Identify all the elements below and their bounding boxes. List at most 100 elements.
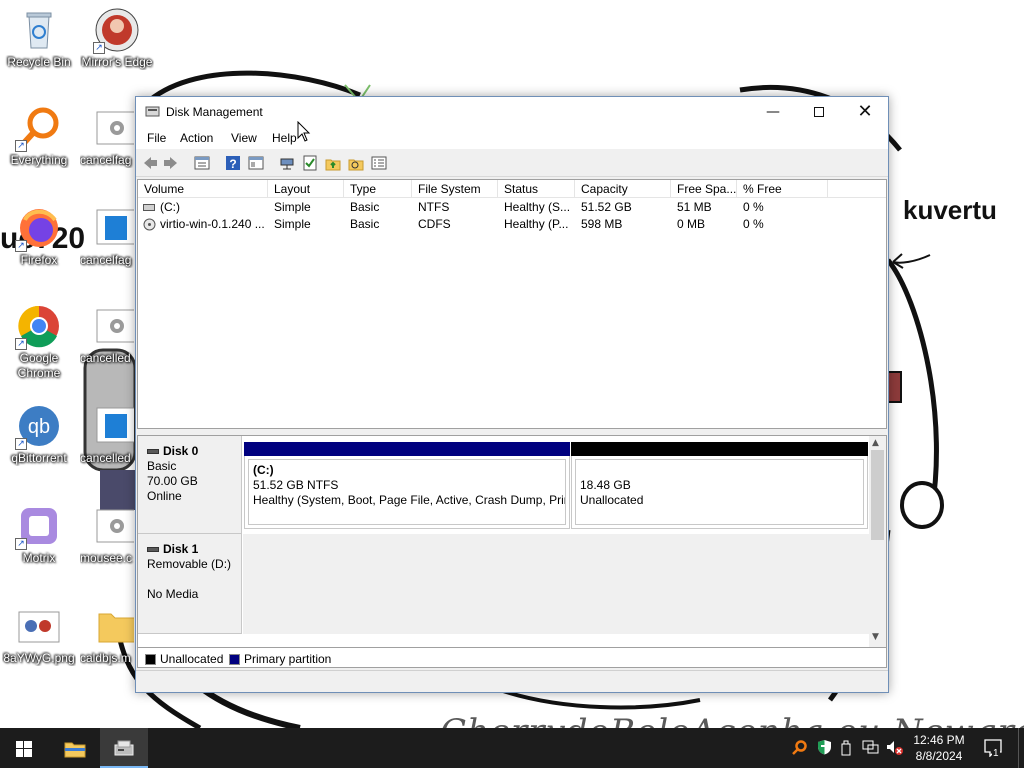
folder-search-icon[interactable]: [348, 155, 364, 171]
table-row[interactable]: (C:) Simple Basic NTFS Healthy (S... 51.…: [138, 199, 886, 216]
disk-graphical-view[interactable]: Disk 0 Basic 70.00 GB Online (C:) 51.52 …: [137, 435, 887, 648]
desktop-icon-cancelled-2[interactable]: cancelled: [80, 404, 134, 466]
taskbar: 12:46 PM 8/8/2024 1: [0, 728, 1024, 768]
cell-file-system: NTFS: [418, 200, 450, 214]
vertical-scrollbar[interactable]: ▲ ▼: [869, 436, 886, 647]
scroll-down-icon[interactable]: ▼: [872, 632, 879, 642]
desktop-icon-label: cancelfag: [80, 253, 132, 267]
desktop-icon-motrix[interactable]: ↗ Motrix: [2, 504, 76, 566]
image-file-icon: [17, 604, 61, 648]
desktop-icon-firefox[interactable]: ↗ Firefox: [2, 206, 76, 268]
desktop-icon-cancelfag-2[interactable]: cancelfag: [80, 206, 134, 268]
check-icon[interactable]: [302, 155, 318, 171]
window-file-icon: [95, 206, 134, 250]
start-button[interactable]: [0, 728, 48, 768]
partition-color-bar: [571, 442, 868, 456]
settings-file-icon: [95, 504, 134, 548]
disk-1-label[interactable]: Disk 1 Removable (D:) No Media: [138, 534, 242, 634]
partition-size: 18.48 GB: [580, 478, 631, 492]
desktop-icon-cancelled-1[interactable]: cancelled: [80, 304, 134, 366]
title-bar[interactable]: Disk Management — ✕: [136, 97, 888, 127]
desktop-icon-label: Recycle Bin: [7, 55, 71, 69]
table-row[interactable]: virtio-win-0.1.240 ... Simple Basic CDFS…: [138, 216, 886, 233]
column-header-file-system[interactable]: File System: [412, 180, 498, 198]
taskbar-disk-management[interactable]: [100, 728, 148, 768]
column-header-volume[interactable]: Volume: [138, 180, 268, 198]
partition-c[interactable]: (C:) 51.52 GB NTFS Healthy (System, Boot…: [244, 442, 570, 529]
disk-0-label[interactable]: Disk 0 Basic 70.00 GB Online: [138, 436, 242, 534]
tray-usb[interactable]: [838, 728, 854, 768]
help-icon[interactable]: ?: [225, 155, 241, 171]
taskbar-file-explorer[interactable]: [50, 728, 98, 768]
legend-item-unallocated: Unallocated: [145, 652, 223, 666]
desktop-icon-qbittorrent[interactable]: qb ↗ qBittorrent: [2, 404, 76, 466]
desktop-icon-recycle-bin[interactable]: Recycle Bin: [2, 8, 76, 70]
volume-muted-icon: [887, 741, 903, 755]
partition-unallocated[interactable]: 18.48 GB Unallocated: [571, 442, 868, 529]
forward-icon[interactable]: [163, 155, 179, 171]
desktop-icon-everything[interactable]: ↗ Everything: [2, 106, 76, 168]
scrollbar-thumb[interactable]: [871, 450, 884, 540]
disk-state: Online: [147, 489, 182, 503]
cell-type: Basic: [350, 217, 380, 231]
column-header-percent-free[interactable]: % Free: [737, 180, 828, 198]
desktop-icon-cancelfag-1[interactable]: cancelfag: [80, 106, 134, 168]
desktop-icon-label: Motrix: [22, 551, 56, 565]
menu-action[interactable]: Action: [180, 131, 213, 145]
scroll-up-icon[interactable]: ▲: [872, 438, 879, 448]
menu-view[interactable]: View: [231, 131, 257, 145]
window-file-icon: [95, 404, 134, 448]
cell-type: Basic: [350, 200, 380, 214]
tray-network[interactable]: [860, 728, 882, 768]
status-bar: [136, 670, 888, 692]
close-button[interactable]: ✕: [842, 97, 888, 127]
cell-status: Healthy (S...: [504, 200, 571, 214]
desktop-icon-google-chrome[interactable]: ↗ Google Chrome: [2, 304, 76, 381]
network-icon: [862, 740, 879, 754]
menu-file[interactable]: File: [147, 131, 166, 145]
desktop-icon-image-file[interactable]: 8aYWyG.png: [2, 604, 76, 666]
column-header-status[interactable]: Status: [498, 180, 575, 198]
column-header-free-space[interactable]: Free Spa...: [671, 180, 737, 198]
column-header-layout[interactable]: Layout: [268, 180, 344, 198]
folder-up-icon[interactable]: [325, 155, 341, 171]
disk-management-window[interactable]: Disk Management — ✕ File Action View Hel…: [135, 96, 889, 693]
tray-everything[interactable]: [790, 728, 808, 768]
cell-capacity: 598 MB: [581, 217, 623, 231]
desktop-icon-label: 8aYWyG.png: [3, 651, 75, 665]
desktop-icon-label: Google Chrome: [17, 351, 61, 380]
volume-list[interactable]: Volume Layout Type File System Status Ca…: [137, 179, 887, 429]
disk-icon: [147, 449, 159, 454]
column-header-type[interactable]: Type: [344, 180, 412, 198]
view-icon[interactable]: [248, 155, 264, 171]
menu-help[interactable]: Help: [272, 131, 297, 145]
disk-1-name: Disk 1: [147, 542, 241, 557]
connect-icon[interactable]: [279, 155, 295, 171]
toolbar: ?: [136, 149, 888, 177]
svg-text:?: ?: [229, 157, 236, 171]
folder-icon: [95, 604, 134, 648]
maximize-button[interactable]: [796, 97, 842, 127]
desktop-icon-mousee[interactable]: mousee.c: [80, 504, 134, 566]
tray-clock[interactable]: 12:46 PM 8/8/2024: [908, 728, 970, 768]
notification-count: 1: [992, 748, 1000, 759]
tray-security[interactable]: [815, 728, 833, 768]
column-header-capacity[interactable]: Capacity: [575, 180, 671, 198]
clock-time: 12:46 PM: [913, 733, 965, 747]
desktop-icon-mirrors-edge[interactable]: ↗ Mirror's Edge: [80, 8, 154, 70]
shield-icon: [818, 740, 831, 755]
clock-date: 8/8/2024: [915, 749, 963, 763]
back-icon[interactable]: [142, 155, 158, 171]
qbittorrent-icon: qb ↗: [15, 404, 61, 450]
disk-icon: [147, 547, 159, 552]
tray-volume[interactable]: [884, 728, 906, 768]
minimize-button[interactable]: —: [750, 97, 796, 127]
properties-icon[interactable]: [194, 155, 210, 171]
wallpaper-text: kuvertu: [903, 195, 997, 225]
action-center-button[interactable]: 1: [978, 728, 1008, 768]
partition-name: (C:): [253, 463, 274, 477]
desktop-icon-folder[interactable]: caldbjs.m: [80, 604, 134, 666]
list-icon[interactable]: [371, 155, 387, 171]
desktop-icon-label: cancelled: [80, 351, 131, 365]
show-desktop-button[interactable]: [1018, 728, 1024, 768]
